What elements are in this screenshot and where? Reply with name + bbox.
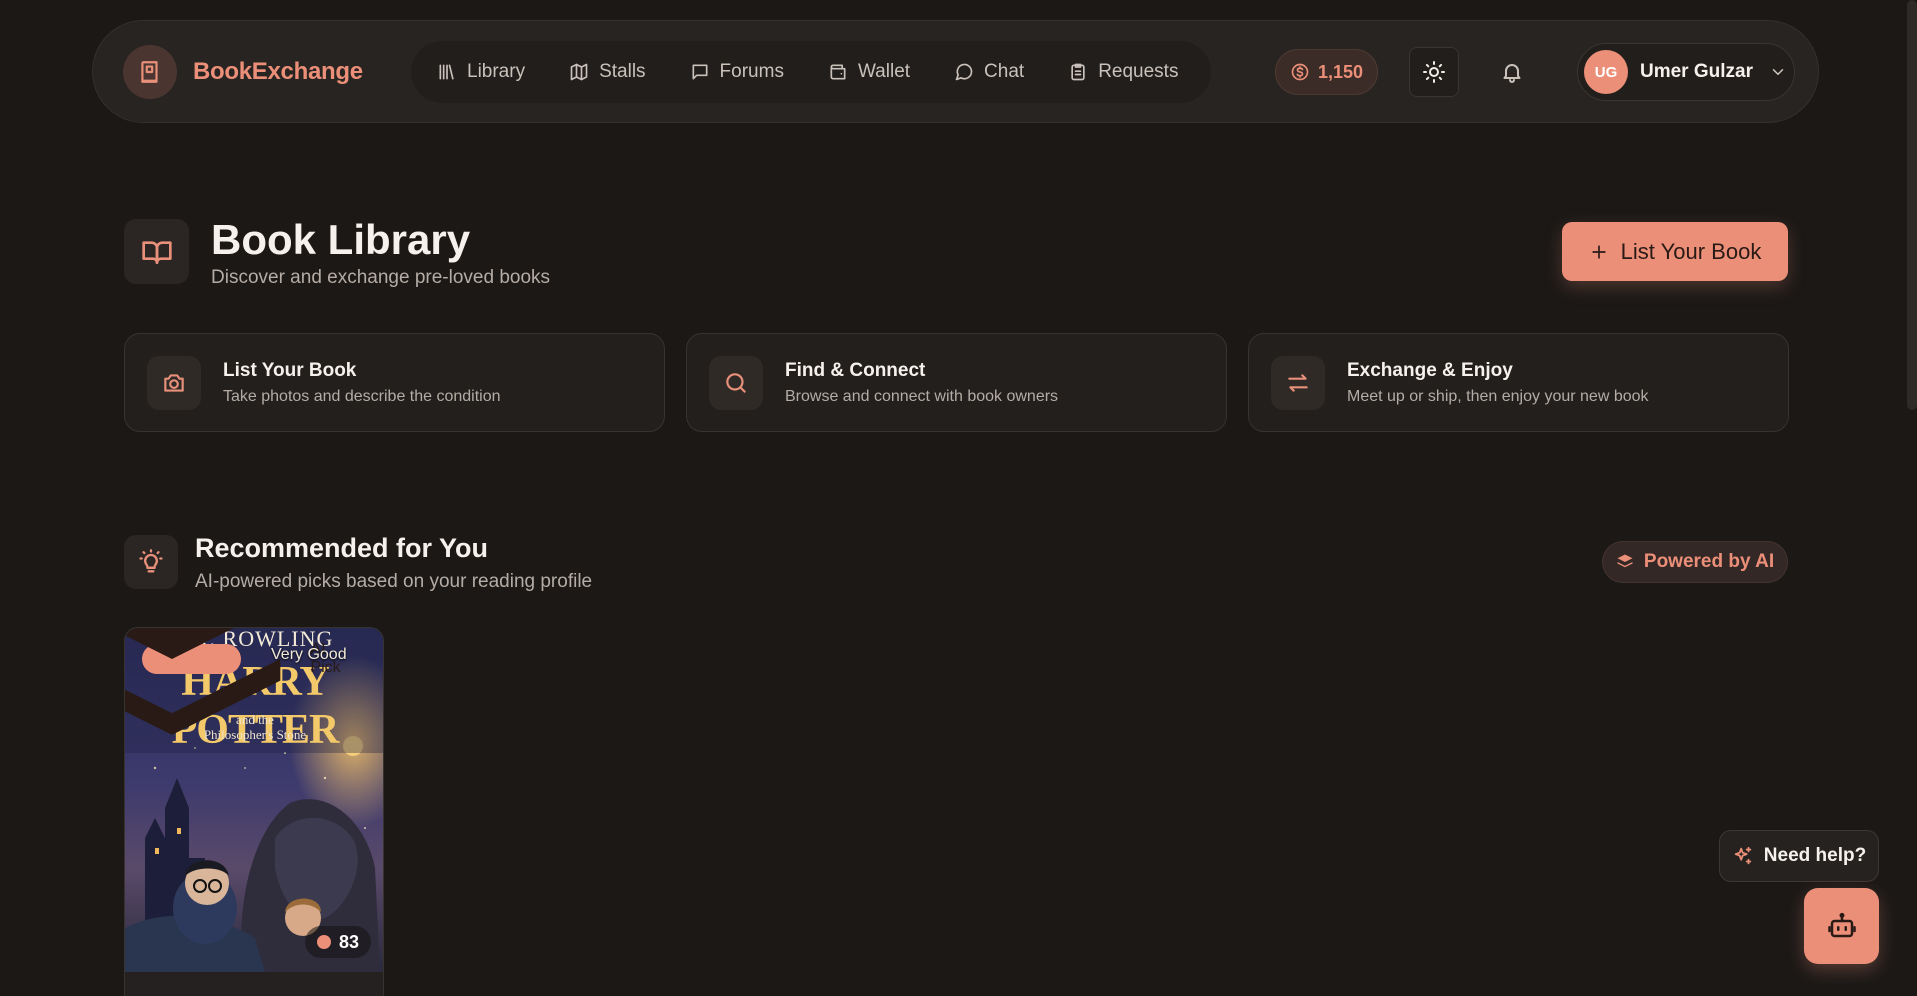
section-subtitle: AI-powered picks based on your reading p… bbox=[195, 571, 593, 592]
step-card-list: List Your Book Take photos and describe … bbox=[124, 333, 665, 432]
wallet-icon bbox=[828, 62, 848, 82]
plus-icon bbox=[1589, 242, 1609, 262]
ai-pick-badge: AI Pick bbox=[125, 628, 341, 735]
nav-label: Stalls bbox=[599, 61, 646, 82]
page-title: Book Library bbox=[211, 216, 471, 263]
scrollbar[interactable] bbox=[1907, 0, 1917, 410]
nav-label: Requests bbox=[1098, 61, 1179, 82]
coin-amount: 1,150 bbox=[1317, 61, 1364, 82]
user-menu[interactable]: UG Umer Gulzar bbox=[1577, 43, 1795, 101]
powered-by-ai-badge: Powered by AI bbox=[1602, 541, 1788, 583]
interest-count: 83 bbox=[304, 926, 371, 958]
nav-item-requests[interactable]: Requests bbox=[1068, 61, 1178, 83]
brand-name: BookExchange bbox=[193, 57, 363, 85]
top-navbar: BookExchange Library Stalls Forums Walle… bbox=[92, 20, 1819, 123]
user-name: Umer Gulzar bbox=[1640, 61, 1753, 82]
step-card-find: Find & Connect Browse and connect with b… bbox=[686, 333, 1227, 432]
powered-label: Powered by AI bbox=[1643, 551, 1775, 572]
nav-item-stalls[interactable]: Stalls bbox=[569, 61, 646, 83]
count-value: 83 bbox=[338, 931, 359, 952]
step-desc: Take photos and describe the condition bbox=[223, 387, 501, 405]
camera-icon bbox=[147, 355, 201, 410]
help-label: Need help? bbox=[1763, 845, 1867, 866]
need-help-button[interactable]: Need help? bbox=[1719, 830, 1879, 882]
nav-item-wallet[interactable]: Wallet bbox=[828, 61, 910, 83]
theme-toggle-button[interactable] bbox=[1409, 47, 1459, 97]
clipboard-icon bbox=[1068, 62, 1088, 82]
nav-item-chat[interactable]: Chat bbox=[954, 61, 1024, 83]
nav-label: Forums bbox=[719, 61, 784, 82]
avatar: UG bbox=[1584, 50, 1628, 94]
main-nav: Library Stalls Forums Wallet Chat Reques… bbox=[411, 41, 1211, 103]
book-cover-image: J.K. ROWLING HARRY POTTER and the Philos… bbox=[125, 628, 383, 972]
nav-item-library[interactable]: Library bbox=[437, 61, 525, 83]
section-title: Recommended for You bbox=[195, 533, 489, 563]
message-square-icon bbox=[690, 62, 710, 82]
book-logo-icon bbox=[123, 44, 177, 99]
step-desc: Browse and connect with book owners bbox=[785, 387, 1059, 405]
assistant-bot-button[interactable] bbox=[1804, 888, 1879, 964]
book-card[interactable]: J.K. ROWLING HARRY POTTER and the Philos… bbox=[124, 627, 384, 996]
sparkles-icon bbox=[1732, 845, 1754, 867]
lightbulb-icon bbox=[124, 535, 178, 589]
dot-icon bbox=[316, 935, 331, 949]
sun-icon bbox=[1422, 60, 1446, 84]
brand[interactable]: BookExchange bbox=[123, 44, 363, 99]
list-your-book-button[interactable]: List Your Book bbox=[1562, 222, 1788, 281]
step-desc: Meet up or ship, then enjoy your new boo… bbox=[1347, 387, 1649, 405]
notifications-button[interactable] bbox=[1492, 52, 1532, 92]
swap-icon bbox=[1271, 355, 1325, 410]
nav-label: Wallet bbox=[857, 61, 911, 82]
bell-icon bbox=[1500, 60, 1524, 84]
step-title: List Your Book bbox=[223, 359, 357, 381]
bot-icon bbox=[1827, 911, 1857, 941]
coin-balance[interactable]: 1,150 bbox=[1275, 49, 1378, 95]
nav-label: Library bbox=[467, 61, 526, 82]
list-button-label: List Your Book bbox=[1620, 238, 1762, 264]
page-subtitle: Discover and exchange pre-loved books bbox=[211, 267, 551, 288]
chevron-down-icon bbox=[1765, 63, 1787, 81]
map-icon bbox=[569, 62, 589, 82]
library-icon bbox=[437, 62, 457, 82]
chat-bubble-icon bbox=[954, 62, 974, 82]
dollar-coin-icon bbox=[1290, 62, 1310, 82]
step-title: Exchange & Enjoy bbox=[1347, 359, 1513, 381]
layers-icon bbox=[1616, 553, 1634, 571]
nav-item-forums[interactable]: Forums bbox=[690, 61, 784, 83]
open-book-icon bbox=[124, 219, 189, 284]
search-icon bbox=[709, 355, 763, 410]
step-card-exchange: Exchange & Enjoy Meet up or ship, then e… bbox=[1248, 333, 1789, 432]
nav-label: Chat bbox=[984, 61, 1025, 82]
step-title: Find & Connect bbox=[785, 359, 926, 381]
condition-label: Very Good bbox=[271, 646, 347, 663]
